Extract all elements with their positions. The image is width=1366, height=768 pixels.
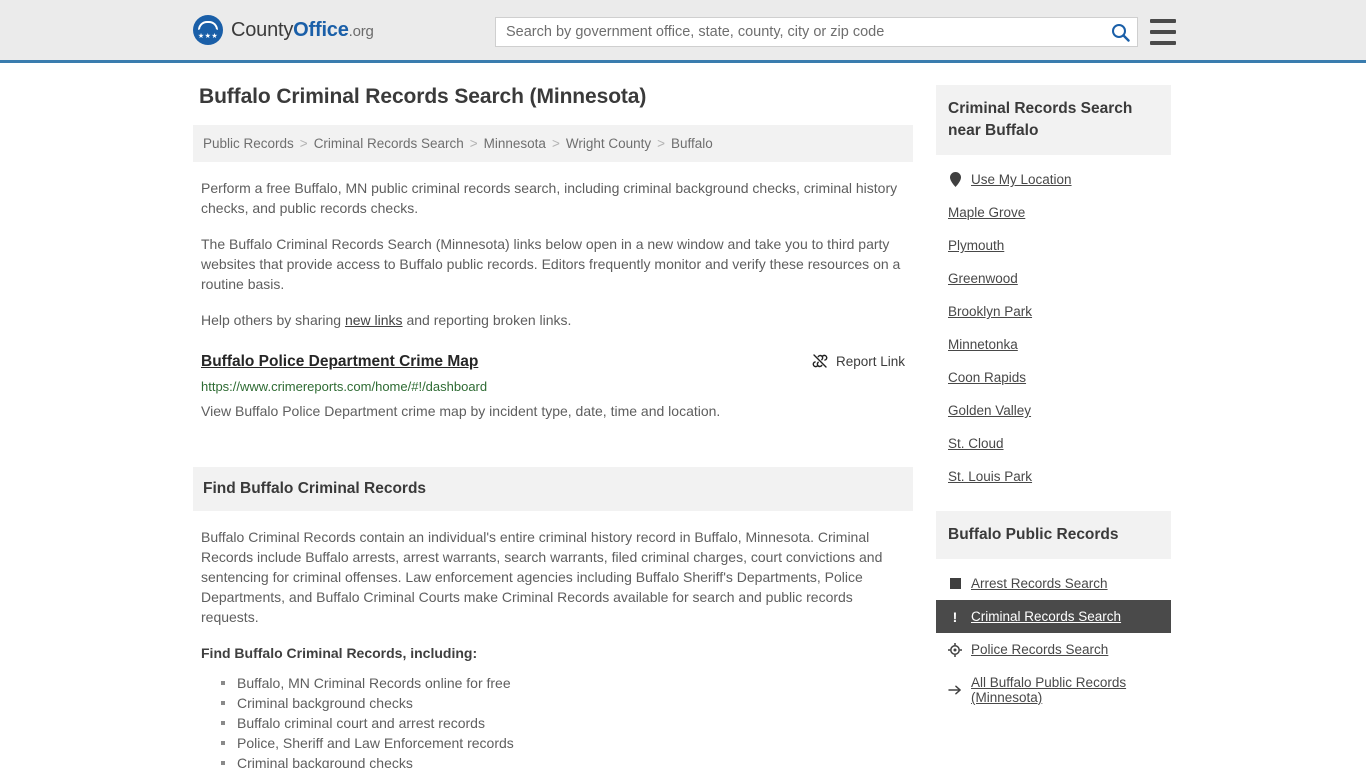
sidebar-item-golden-valley[interactable]: Golden Valley — [936, 394, 1171, 427]
search-bar[interactable] — [495, 17, 1138, 47]
sidebar-item-label: Greenwood — [948, 271, 1018, 286]
public-records-list: Arrest Records Search ! Criminal Records… — [936, 559, 1171, 714]
sidebar-item-st-louis-park[interactable]: St. Louis Park — [936, 460, 1171, 493]
public-records-card: Buffalo Public Records Arrest Records Se… — [936, 511, 1171, 714]
sidebar-item-criminal-records-search[interactable]: ! Criminal Records Search — [936, 600, 1171, 633]
search-icon — [1111, 23, 1130, 42]
sidebar-item-maple-grove[interactable]: Maple Grove — [936, 196, 1171, 229]
sidebar-item-label: Use My Location — [971, 172, 1072, 187]
result-item: Buffalo Police Department Crime Map Repo… — [193, 346, 913, 421]
list-item: Criminal background checks — [221, 753, 905, 768]
arrow-right-icon — [948, 683, 962, 697]
sidebar-item-label: Maple Grove — [948, 205, 1026, 220]
sidebar-item-st-cloud[interactable]: St. Cloud — [936, 427, 1171, 460]
breadcrumb-item-wright-county[interactable]: Wright County — [566, 136, 651, 151]
nearby-card-header: Criminal Records Search near Buffalo — [936, 85, 1171, 155]
sidebar-item-label: Plymouth — [948, 238, 1005, 253]
search-input[interactable] — [496, 19, 1103, 45]
sidebar-item-label: Minnetonka — [948, 337, 1018, 352]
search-button[interactable] — [1103, 18, 1137, 46]
list-item: Criminal background checks — [221, 693, 905, 713]
filled-square-icon — [948, 577, 962, 591]
breadcrumb-separator: > — [657, 136, 666, 151]
sidebar-item-brooklyn-park[interactable]: Brooklyn Park — [936, 295, 1171, 328]
sidebar-item-label: All Buffalo Public Records (Minnesota) — [971, 675, 1127, 705]
sidebar-item-plymouth[interactable]: Plymouth — [936, 229, 1171, 262]
help-paragraph: Help others by sharing new links and rep… — [193, 310, 913, 330]
result-title-link[interactable]: Buffalo Police Department Crime Map — [201, 352, 478, 372]
sidebar-item-label: Brooklyn Park — [948, 304, 1033, 319]
breadcrumb-item-minnesota[interactable]: Minnesota — [484, 136, 546, 151]
site-logo[interactable]: ★★★ CountyOffice.org — [193, 15, 374, 45]
breadcrumb-separator: > — [469, 136, 478, 151]
logo-prefix: County — [231, 18, 294, 41]
logo-suffix: .org — [348, 22, 374, 40]
hamburger-menu-button[interactable] — [1150, 19, 1176, 45]
crosshair-icon — [948, 642, 962, 657]
site-header: ★★★ CountyOffice.org — [0, 0, 1366, 63]
breadcrumb-item-public-records[interactable]: Public Records — [203, 136, 294, 151]
content-container: Buffalo Criminal Records Search (Minneso… — [193, 85, 1173, 768]
sidebar-item-label: Arrest Records Search — [971, 576, 1108, 591]
intro-paragraph: Perform a free Buffalo, MN public crimin… — [201, 180, 898, 216]
hamburger-bar-3 — [1150, 41, 1176, 45]
sidebar-item-label: St. Louis Park — [948, 469, 1033, 484]
sidebar-item-greenwood[interactable]: Greenwood — [936, 262, 1171, 295]
map-pin-icon — [948, 172, 962, 187]
section-body-text: Buffalo Criminal Records contain an indi… — [201, 529, 883, 625]
sidebar-item-coon-rapids[interactable]: Coon Rapids — [936, 361, 1171, 394]
breadcrumb: Public Records > Criminal Records Search > M… — [193, 125, 913, 162]
logo-stars: ★★★ — [197, 33, 219, 40]
breadcrumb-item-criminal-records-search[interactable]: Criminal Records Search — [314, 136, 464, 151]
result-description: View Buffalo Police Department crime map… — [201, 403, 721, 419]
section-subheading: Find Buffalo Criminal Records, including… — [201, 645, 478, 661]
result-header-row: Buffalo Police Department Crime Map Repo… — [201, 352, 905, 372]
logo-bold: Office — [293, 18, 349, 41]
sidebar-item-label: St. Cloud — [948, 436, 1004, 451]
sidebar-item-arrest-records-search[interactable]: Arrest Records Search — [936, 567, 1171, 600]
page-body: Buffalo Criminal Records Search (Minneso… — [0, 63, 1366, 768]
breadcrumb-item-buffalo[interactable]: Buffalo — [671, 136, 713, 151]
sidebar-item-label: Golden Valley — [948, 403, 1032, 418]
hamburger-bar-1 — [1150, 19, 1176, 23]
new-links-link[interactable]: new links — [345, 312, 403, 328]
sidebar-item-label: Police Records Search — [971, 642, 1109, 657]
list-item: Buffalo criminal court and arrest record… — [221, 713, 905, 733]
page-title: Buffalo Criminal Records Search (Minneso… — [199, 85, 647, 108]
breadcrumb-separator: > — [551, 136, 560, 151]
help-suffix: and reporting broken links. — [402, 312, 572, 328]
main-column: Buffalo Criminal Records Search (Minneso… — [193, 85, 913, 768]
help-prefix: Help others by sharing — [201, 312, 345, 328]
breadcrumb-separator: > — [299, 136, 308, 151]
exclamation-icon: ! — [952, 608, 958, 625]
sidebar-item-police-records-search[interactable]: Police Records Search — [936, 633, 1171, 666]
sidebar-item-minnetonka[interactable]: Minnetonka — [936, 328, 1171, 361]
result-url[interactable]: https://www.crimereports.com/home/#!/das… — [201, 378, 905, 396]
public-records-card-header: Buffalo Public Records — [936, 511, 1171, 559]
sidebar: Criminal Records Search near Buffalo Use… — [936, 85, 1171, 732]
hamburger-bar-2 — [1150, 30, 1176, 34]
sidebar-item-all-buffalo-public-records[interactable]: All Buffalo Public Records (Minnesota) — [936, 666, 1171, 714]
section-heading: Find Buffalo Criminal Records — [203, 480, 427, 497]
find-records-section-body: Buffalo Criminal Records contain an indi… — [193, 511, 913, 768]
sidebar-item-label: Coon Rapids — [948, 370, 1027, 385]
report-link-label: Report Link — [835, 353, 905, 369]
detail-paragraph: The Buffalo Criminal Records Search (Min… — [201, 236, 901, 292]
sidebar-item-label: Criminal Records Search — [971, 609, 1122, 624]
list-item: Buffalo, MN Criminal Records online for … — [221, 673, 905, 693]
eagle-shield-logo-icon: ★★★ — [193, 15, 223, 45]
list-item: Police, Sheriff and Law Enforcement reco… — [221, 733, 905, 753]
report-link-button[interactable]: Report Link — [812, 352, 905, 369]
nearby-city-list: Use My Location Maple Grove Plymouth Gre… — [936, 155, 1171, 493]
public-records-card-title: Buffalo Public Records — [948, 526, 1119, 543]
sidebar-item-use-my-location[interactable]: Use My Location — [936, 163, 1171, 196]
logo-text: CountyOffice.org — [231, 19, 374, 42]
nearby-search-card: Criminal Records Search near Buffalo Use… — [936, 85, 1171, 493]
broken-link-icon — [812, 354, 828, 368]
nearby-card-title: Criminal Records Search near Buffalo — [948, 100, 1133, 139]
records-bullet-list: Buffalo, MN Criminal Records online for … — [201, 673, 905, 768]
find-records-section-header: Find Buffalo Criminal Records — [193, 467, 913, 511]
